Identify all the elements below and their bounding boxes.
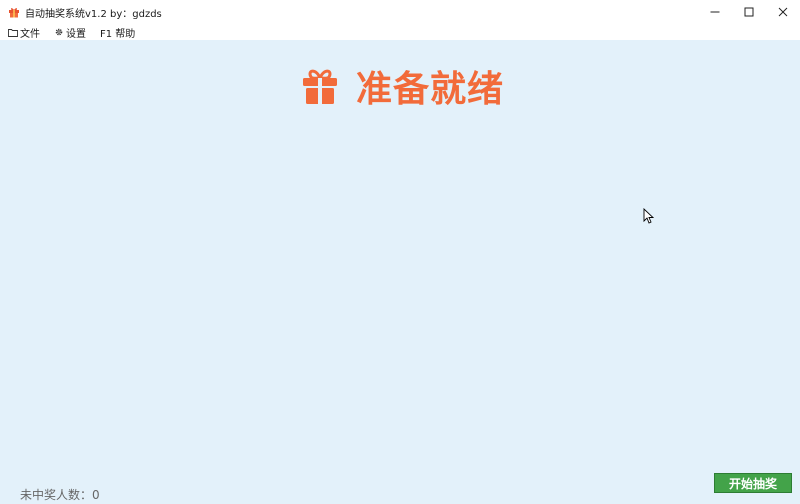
menu-item-label: F1 帮助 — [100, 28, 136, 40]
maximize-icon — [744, 7, 754, 17]
folder-icon — [8, 27, 18, 37]
close-icon — [778, 7, 788, 17]
menu-item-label: 文件 — [20, 28, 40, 40]
status-banner: 准备就绪 — [0, 60, 800, 112]
menu-item-file[interactable]: 文件 — [8, 25, 40, 40]
minimize-icon — [710, 11, 720, 13]
menu-item-settings[interactable]: 设置 — [54, 25, 86, 40]
menu-item-label: 设置 — [66, 28, 86, 40]
gear-icon — [54, 27, 64, 37]
title-bar[interactable]: 自动抽奖系统v1.2 by：gdzds — [0, 0, 800, 24]
gift-icon — [302, 69, 337, 104]
remaining-count-label: 未中奖人数：0 — [20, 488, 100, 502]
close-button[interactable] — [766, 0, 800, 24]
menu-bar: 文件 设置 F1 帮助 — [0, 24, 800, 40]
app-window: 自动抽奖系统v1.2 by：gdzds 文件 设置 F1 帮助 准备就绪 未中奖… — [0, 0, 800, 504]
maximize-button[interactable] — [732, 0, 766, 24]
window-controls — [698, 0, 800, 24]
gift-icon — [8, 6, 20, 18]
status-text: 准备就绪 — [355, 69, 504, 110]
minimize-button[interactable] — [698, 0, 732, 24]
window-title: 自动抽奖系统v1.2 by：gdzds — [25, 8, 162, 20]
menu-item-help[interactable]: F1 帮助 — [100, 25, 135, 40]
mouse-cursor-icon — [643, 208, 654, 224]
start-draw-button[interactable]: 开始抽奖 — [714, 473, 792, 493]
